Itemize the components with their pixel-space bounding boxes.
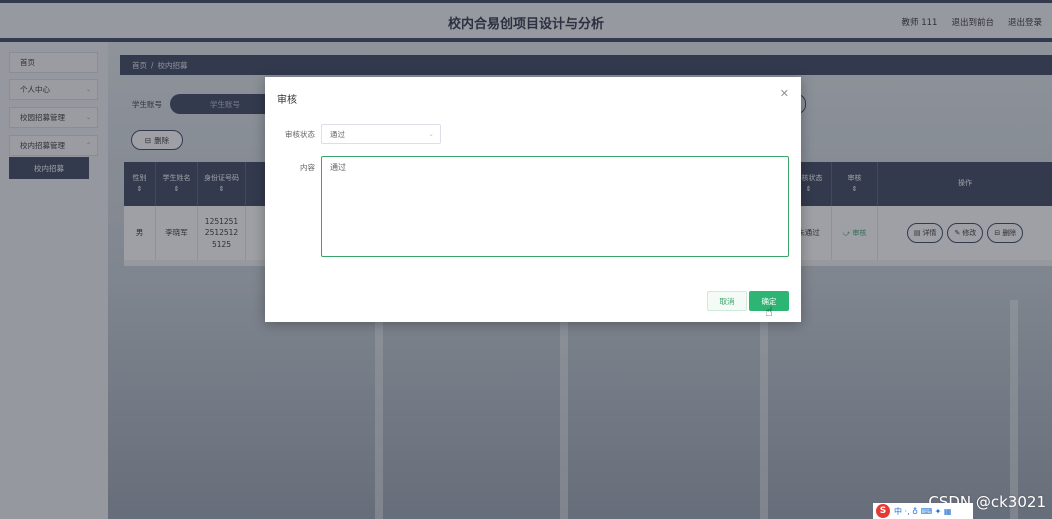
close-icon[interactable]: ✕ bbox=[780, 87, 789, 100]
sogou-logo-icon: S bbox=[876, 504, 890, 518]
chevron-down-icon: ⌄ bbox=[428, 130, 434, 138]
hand-cursor-icon: ☝ bbox=[765, 305, 773, 320]
ime-mode-icon: 中 ·, ♁ ⌨ ✦ ▦ bbox=[894, 506, 952, 516]
status-field-label: 审核状态 bbox=[285, 130, 315, 139]
audit-dialog: 审核 ✕ 审核状态 通过 ⌄ 内容 通过 取消 确定 bbox=[265, 77, 801, 322]
cancel-button[interactable]: 取消 bbox=[707, 291, 747, 311]
status-select-value: 通过 bbox=[330, 129, 345, 139]
status-select[interactable]: 通过 ⌄ bbox=[321, 124, 441, 144]
content-field-label: 内容 bbox=[300, 163, 315, 172]
content-textarea[interactable]: 通过 bbox=[321, 156, 789, 257]
ime-toolbar: S 中 ·, ♁ ⌨ ✦ ▦ bbox=[873, 503, 973, 519]
dialog-title: 审核 bbox=[277, 95, 297, 106]
